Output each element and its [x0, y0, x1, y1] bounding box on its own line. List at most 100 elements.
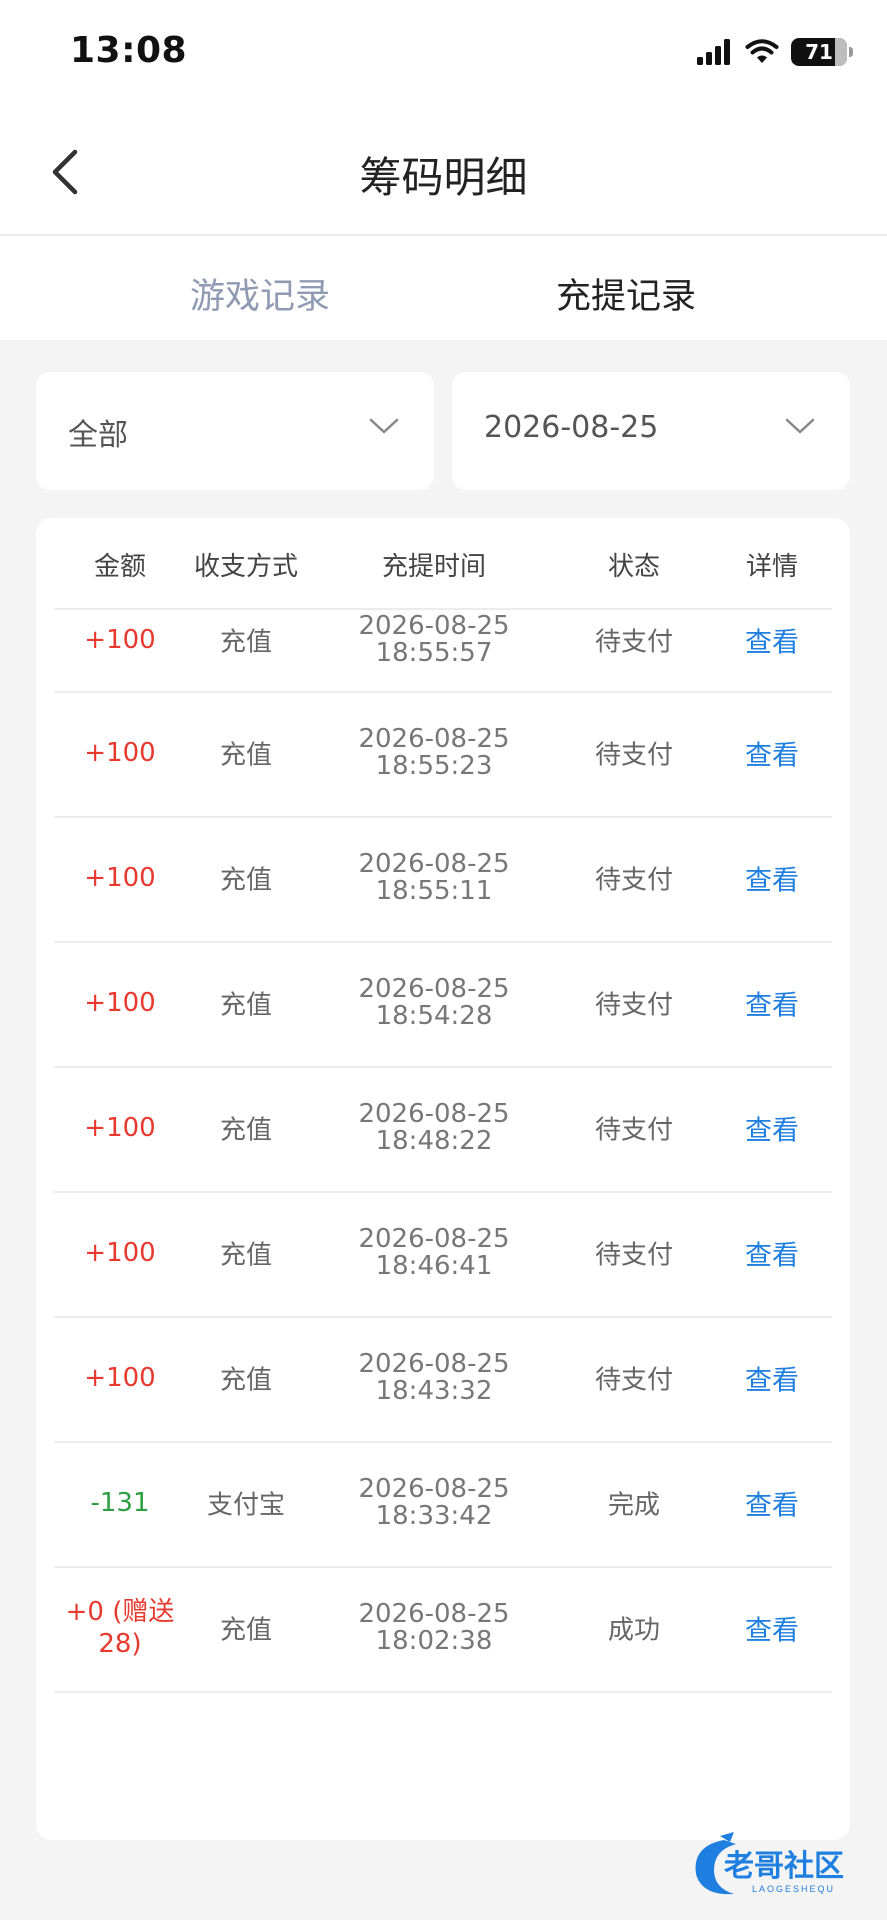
- view-detail-link[interactable]: 查看: [745, 1484, 799, 1523]
- signal-icon: [697, 39, 730, 65]
- row-datetime: 2026-08-25 18:43:32: [358, 1351, 509, 1405]
- row-method: 充值: [219, 1240, 273, 1271]
- row-time: 18:55:11: [375, 876, 493, 906]
- table-row: +100 充值 2026-08-25 18:54:28 待支付 查看: [54, 943, 832, 1068]
- row-amount: -131: [90, 1488, 150, 1518]
- row-status: 待支付: [594, 865, 674, 896]
- row-status: 待支付: [594, 740, 674, 771]
- wifi-icon: [745, 39, 779, 63]
- row-amount: +100: [84, 625, 156, 655]
- row-datetime: 2026-08-25 18:46:41: [358, 1226, 509, 1280]
- row-amount: +100: [84, 1363, 156, 1393]
- row-amount: +100: [84, 863, 156, 893]
- header-amount: 金额: [93, 552, 147, 582]
- view-detail-link[interactable]: 查看: [745, 1234, 799, 1273]
- chevron-down-icon: [785, 418, 815, 434]
- view-detail-link[interactable]: 查看: [745, 859, 799, 898]
- svg-text:老哥社区: 老哥社区: [724, 1850, 844, 1883]
- svg-text:LAOGESHEQU: LAOGESHEQU: [752, 1884, 835, 1894]
- row-date: 2026-08-25: [358, 1599, 510, 1629]
- row-status: 待支付: [594, 990, 674, 1021]
- row-method: 支付宝: [206, 1490, 286, 1521]
- header-status: 状态: [607, 552, 661, 582]
- row-amount: +100: [84, 1238, 156, 1268]
- table-row: +100 充值 2026-08-25 18:55:57 待支付 查看: [54, 610, 832, 693]
- row-date: 2026-08-25: [358, 849, 510, 879]
- table-row: +100 充值 2026-08-25 18:55:23 待支付 查看: [54, 693, 832, 818]
- date-filter-value: 2026-08-25: [484, 410, 659, 445]
- row-amount: +100: [84, 988, 156, 1018]
- row-datetime: 2026-08-25 18:55:57: [358, 613, 509, 667]
- row-datetime: 2026-08-25 18:48:22: [358, 1101, 509, 1155]
- row-method: 充值: [219, 740, 273, 771]
- battery-icon: 71: [791, 38, 853, 66]
- row-datetime: 2026-08-25 18:55:11: [358, 851, 509, 905]
- view-detail-link[interactable]: 查看: [745, 1109, 799, 1148]
- row-date: 2026-08-25: [358, 724, 510, 754]
- tab-bar: 游戏记录 充提记录: [0, 236, 887, 340]
- row-status: 待支付: [594, 1115, 674, 1146]
- table-row: +100 充值 2026-08-25 18:48:22 待支付 查看: [54, 1068, 832, 1193]
- row-method: 充值: [219, 865, 273, 896]
- battery-level: 71: [805, 40, 833, 64]
- row-amount: +100: [84, 738, 156, 768]
- status-bar: 13:08 71: [0, 0, 887, 110]
- row-date: 2026-08-25: [358, 611, 510, 641]
- row-method: 充值: [219, 1115, 273, 1146]
- table-row: +100 充值 2026-08-25 18:55:11 待支付 查看: [54, 818, 832, 943]
- nav-bar: 筹码明细: [0, 110, 887, 236]
- row-status: 完成: [607, 1490, 661, 1521]
- row-time: 18:48:22: [375, 1126, 493, 1156]
- tab-game-records[interactable]: 游戏记录: [190, 268, 330, 319]
- date-filter-dropdown[interactable]: 2026-08-25: [452, 372, 850, 490]
- page-title: 筹码明细: [359, 153, 528, 202]
- records-table: 金额 收支方式 充提时间 状态 详情 +100 充值 2026-08-25 18:55…: [36, 518, 850, 1840]
- header-time: 充提时间: [381, 552, 487, 582]
- row-date: 2026-08-25: [358, 1474, 510, 1504]
- row-date: 2026-08-25: [358, 974, 510, 1004]
- status-icons: 71: [697, 38, 853, 66]
- table-body: +100 充值 2026-08-25 18:55:57 待支付 查看 +100 充值 2026-…: [54, 610, 832, 1693]
- row-status: 待支付: [594, 1240, 674, 1271]
- watermark-logo: 老哥社区 LAOGESHEQU: [695, 1832, 844, 1895]
- table-row: +0 (赠送28) 充值 2026-08-25 18:02:38 成功 查看: [54, 1568, 832, 1693]
- view-detail-link[interactable]: 查看: [745, 1609, 799, 1648]
- tab-deposit-withdraw-records[interactable]: 充提记录: [556, 268, 696, 319]
- chevron-down-icon: [369, 418, 399, 434]
- status-time: 13:08: [70, 30, 188, 71]
- row-status: 成功: [607, 1615, 661, 1646]
- row-status: 待支付: [594, 1365, 674, 1396]
- view-detail-link[interactable]: 查看: [745, 621, 799, 660]
- row-time: 18:55:57: [375, 638, 493, 668]
- row-method: 充值: [219, 1615, 273, 1646]
- row-status: 待支付: [594, 627, 674, 658]
- view-detail-link[interactable]: 查看: [745, 984, 799, 1023]
- row-time: 18:02:38: [375, 1626, 493, 1656]
- row-time: 18:43:32: [375, 1376, 493, 1406]
- view-detail-link[interactable]: 查看: [745, 1359, 799, 1398]
- row-time: 18:54:28: [375, 1001, 493, 1031]
- table-row: +100 充值 2026-08-25 18:46:41 待支付 查看: [54, 1193, 832, 1318]
- header-method: 收支方式: [193, 552, 299, 582]
- row-date: 2026-08-25: [358, 1099, 510, 1129]
- row-datetime: 2026-08-25 18:54:28: [358, 976, 509, 1030]
- row-time: 18:55:23: [375, 751, 493, 781]
- row-date: 2026-08-25: [358, 1349, 510, 1379]
- table-header: 金额 收支方式 充提时间 状态 详情: [54, 518, 832, 610]
- view-detail-link[interactable]: 查看: [745, 734, 799, 773]
- row-datetime: 2026-08-25 18:02:38: [358, 1601, 509, 1655]
- row-date: 2026-08-25: [358, 1224, 510, 1254]
- header-detail: 详情: [745, 552, 799, 582]
- row-method: 充值: [219, 1365, 273, 1396]
- row-time: 18:46:41: [375, 1251, 493, 1281]
- row-amount: +100: [84, 1113, 156, 1143]
- type-filter-dropdown[interactable]: 全部: [36, 372, 434, 490]
- row-time: 18:33:42: [375, 1501, 493, 1531]
- row-method: 充值: [219, 990, 273, 1021]
- table-row: +100 充值 2026-08-25 18:43:32 待支付 查看: [54, 1318, 832, 1443]
- row-datetime: 2026-08-25 18:55:23: [358, 726, 509, 780]
- type-filter-value: 全部: [68, 418, 128, 453]
- row-amount: +0 (赠送28): [65, 1597, 175, 1659]
- row-datetime: 2026-08-25 18:33:42: [358, 1476, 509, 1530]
- row-method: 充值: [219, 627, 273, 658]
